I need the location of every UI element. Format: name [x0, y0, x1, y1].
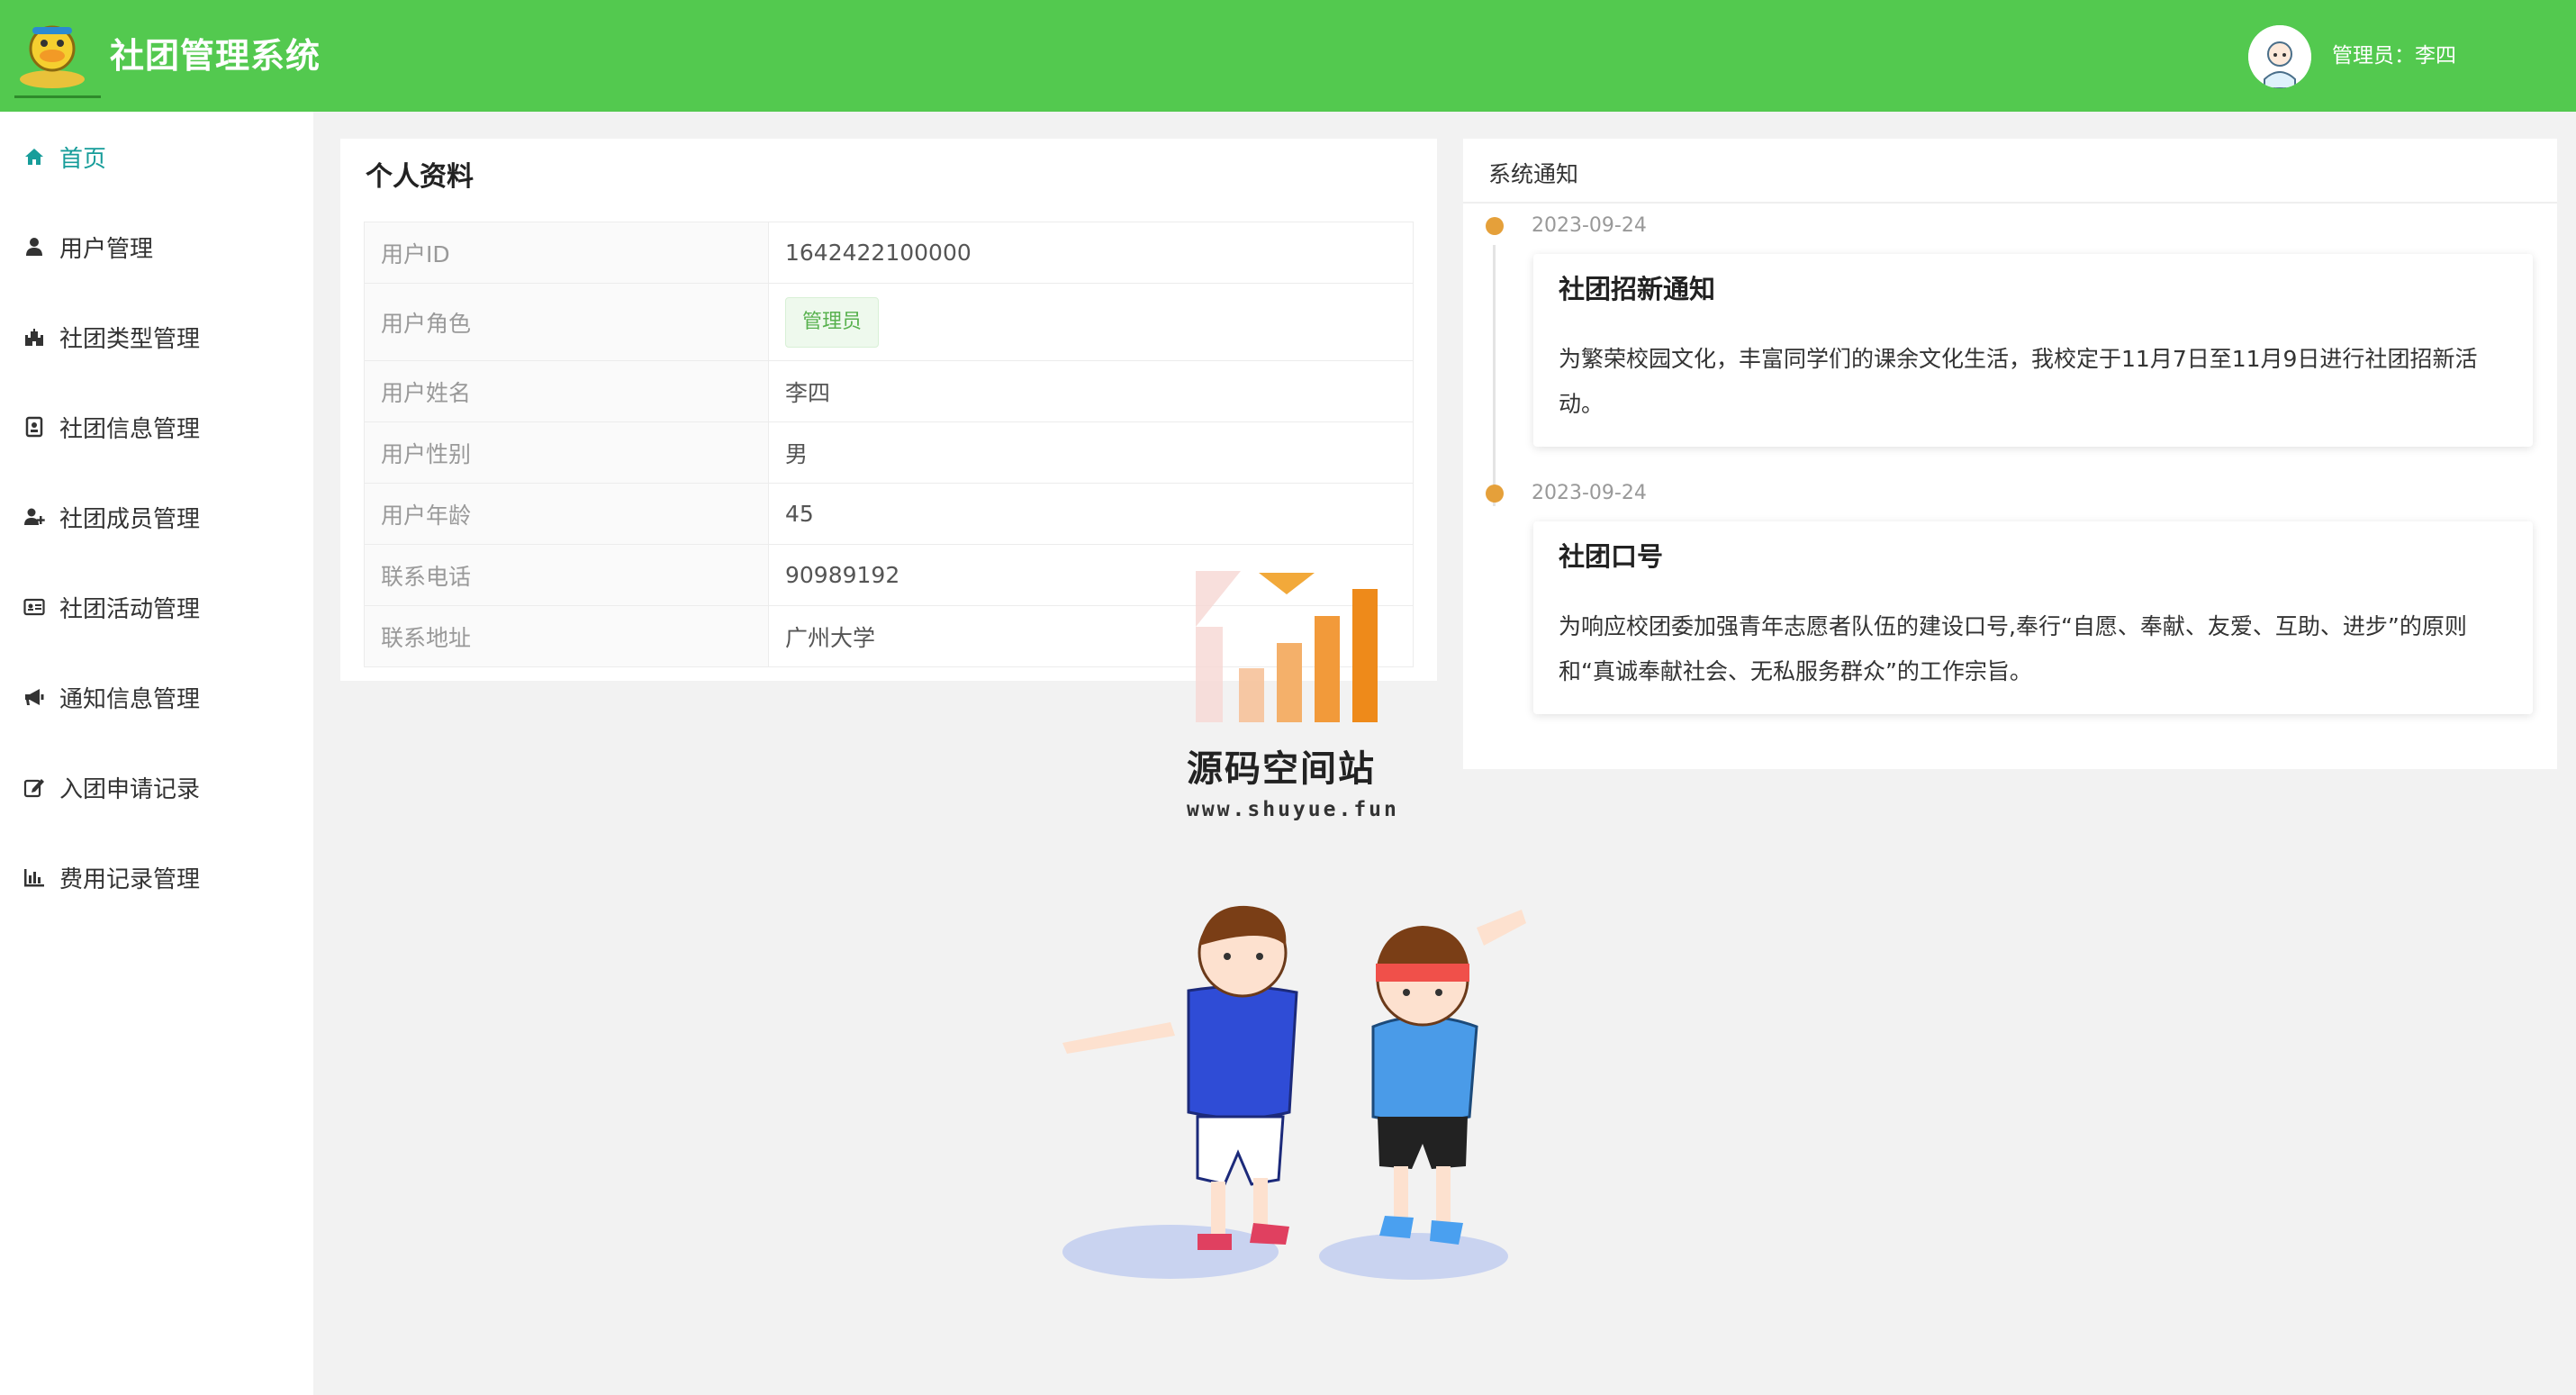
dancing-kids-illustration-icon: [1053, 892, 1576, 1297]
notice-title: 社团口号: [1559, 541, 1664, 572]
sidebar-item-notices[interactable]: 通知信息管理: [0, 652, 313, 742]
sidebar-item-club-types[interactable]: 社团类型管理: [0, 292, 313, 382]
field-value: 男: [768, 421, 1414, 484]
sidebar-item-home[interactable]: 首页: [0, 112, 313, 202]
field-value: 管理员: [768, 283, 1414, 361]
id-badge-icon: [23, 416, 45, 438]
home-icon: [23, 146, 45, 168]
castle-icon: [23, 326, 45, 348]
field-label: 联系地址: [364, 605, 769, 667]
sidebar-item-label: 社团信息管理: [59, 415, 201, 443]
field-value: 李四: [768, 360, 1414, 422]
sidebar-item-label: 社团活动管理: [59, 595, 201, 623]
notice-item[interactable]: 社团招新通知 为繁荣校园文化，丰富同学们的课余文化生活，我校定于11月7日至11…: [1533, 254, 2533, 447]
field-label: 用户角色: [364, 283, 769, 361]
field-value: 1642422100000: [768, 222, 1414, 284]
bar-chart-icon: [23, 866, 45, 888]
sidebar-item-users[interactable]: 用户管理: [0, 202, 313, 292]
field-label: 联系电话: [364, 544, 769, 606]
field-label: 用户ID: [364, 222, 769, 284]
sidebar-item-label: 入团申请记录: [59, 775, 201, 803]
notice-date: 2023-09-24: [1532, 214, 1647, 237]
system-notice-card: 系统通知 2023-09-24 社团招新通知 为繁荣校园文化，丰富同学们的课余文…: [1463, 139, 2557, 769]
bullhorn-icon: [23, 686, 45, 708]
sidebar-item-members[interactable]: 社团成员管理: [0, 472, 313, 562]
duck-mascot-logo-icon: [14, 16, 101, 98]
id-card-icon: [23, 596, 45, 618]
user-avatar-icon[interactable]: [2248, 25, 2311, 88]
notice-body: 为繁荣校园文化，丰富同学们的课余文化生活，我校定于11月7日至11月9日进行社团…: [1559, 346, 2478, 417]
admin-user-label[interactable]: 管理员：李四: [2332, 40, 2456, 72]
sidebar-item-applications[interactable]: 入团申请记录: [0, 742, 313, 832]
logo-underline: [14, 95, 101, 98]
table-row: 用户年龄 45: [364, 483, 1414, 545]
sidebar-item-activities[interactable]: 社团活动管理: [0, 562, 313, 652]
field-label: 用户姓名: [364, 360, 769, 422]
user-icon: [23, 236, 45, 258]
user-plus-icon: [23, 506, 45, 528]
table-row: 用户角色 管理员: [364, 283, 1414, 361]
role-tag: 管理员: [785, 296, 880, 348]
profile-title: 个人资料: [366, 161, 474, 193]
notice-card-title: 系统通知: [1488, 161, 1579, 187]
sidebar-nav: 首页 用户管理 社团类型管理 社团信息管理 社团成员管理 社团活动管理 通知信息…: [0, 112, 313, 1395]
watermark-title: 源码空间站: [1187, 748, 1376, 790]
divider: [1463, 202, 2557, 204]
table-row: 用户性别 男: [364, 421, 1414, 484]
watermark-url: www.shuyue.fun: [1187, 798, 1399, 821]
timeline-dot: [1486, 217, 1504, 235]
notice-date: 2023-09-24: [1532, 482, 1647, 504]
app-title: 社团管理系统: [110, 36, 321, 76]
sidebar-item-label: 费用记录管理: [59, 865, 201, 893]
field-label: 用户年龄: [364, 483, 769, 545]
sidebar-item-label: 用户管理: [59, 235, 154, 263]
top-header: 社团管理系统 管理员：李四: [0, 0, 2576, 112]
field-value: 45: [768, 483, 1414, 545]
notice-item[interactable]: 社团口号 为响应校团委加强青年志愿者队伍的建设口号,奉行“自愿、奉献、友爱、互助…: [1533, 521, 2533, 714]
sidebar-item-fees[interactable]: 费用记录管理: [0, 832, 313, 922]
sidebar-item-label: 社团成员管理: [59, 505, 201, 533]
timeline-line: [1493, 245, 1496, 506]
sidebar-item-club-info[interactable]: 社团信息管理: [0, 382, 313, 472]
edit-icon: [23, 776, 45, 798]
field-label: 用户性别: [364, 421, 769, 484]
notice-body: 为响应校团委加强青年志愿者队伍的建设口号,奉行“自愿、奉献、友爱、互助、进步”的…: [1559, 613, 2467, 684]
sidebar-item-label: 社团类型管理: [59, 325, 201, 353]
notice-title: 社团招新通知: [1559, 274, 1716, 304]
table-row: 用户ID 1642422100000: [364, 222, 1414, 284]
timeline-dot: [1486, 485, 1504, 503]
table-row: 用户姓名 李四: [364, 360, 1414, 422]
sidebar-item-label: 通知信息管理: [59, 685, 201, 713]
sidebar-item-label: 首页: [59, 145, 107, 173]
